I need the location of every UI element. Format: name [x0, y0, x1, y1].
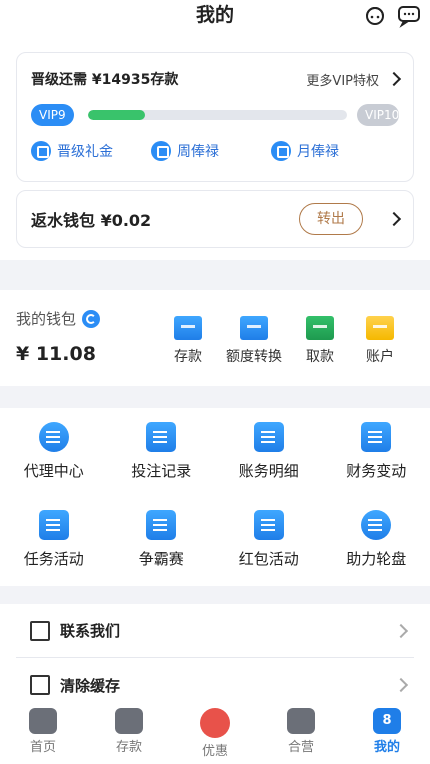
- wallet-icon: [115, 708, 143, 734]
- tab-label: 存款: [115, 740, 142, 755]
- next-vip-badge: VIP10: [357, 104, 399, 126]
- vip-progress-row: VIP9 VIP10: [31, 103, 399, 127]
- feature-account-detail[interactable]: 账务明细: [215, 422, 323, 498]
- feature-wheel[interactable]: 助力轮盘: [323, 510, 430, 586]
- vip-card[interactable]: 晋级还需 ¥14935存款 更多VIP特权 VIP9 VIP10 晋级礼金 周俸…: [16, 52, 414, 182]
- withdraw-icon: [306, 316, 334, 340]
- more-vip-link[interactable]: 更多VIP特权: [306, 70, 402, 89]
- perk-upgrade-gift[interactable]: 晋级礼金: [31, 141, 151, 161]
- upgrade-requirement: 晋级还需 ¥14935存款: [31, 72, 179, 88]
- perk-label: 晋级礼金: [57, 144, 113, 160]
- feature-bet-record[interactable]: 投注记录: [108, 422, 216, 498]
- deposit-icon: [174, 316, 202, 340]
- vip-progress-bar: [87, 110, 347, 120]
- perk-weekly-salary[interactable]: 周俸禄: [151, 141, 271, 161]
- settings-menu: 联系我们 清除缓存: [0, 604, 430, 712]
- chevron-right-icon[interactable]: [386, 211, 402, 227]
- tab-mine[interactable]: 8 我的: [344, 704, 430, 764]
- tab-label: 我的: [373, 740, 400, 755]
- wallet-title: 我的钱包: [16, 310, 77, 328]
- feature-red-packet[interactable]: 红包活动: [215, 510, 323, 586]
- header-actions: [362, 2, 422, 28]
- withdraw-button[interactable]: 取款: [290, 316, 350, 366]
- tab-label: 首页: [29, 740, 56, 755]
- bet-record-icon: [146, 422, 177, 452]
- refresh-icon[interactable]: [82, 309, 101, 328]
- menu-item-contact-us[interactable]: 联系我们: [16, 604, 414, 658]
- tab-partner[interactable]: 合营: [258, 704, 344, 764]
- feature-tournament[interactable]: 争霸赛: [108, 510, 216, 586]
- monthly-salary-icon: [271, 141, 291, 161]
- account-icon: [366, 316, 394, 340]
- shirt-icon: 8: [373, 708, 401, 734]
- feature-label: 争霸赛: [138, 550, 184, 568]
- menu-item-label: 联系我们: [60, 622, 121, 640]
- chevron-right-icon: [393, 677, 409, 693]
- trash-icon: [30, 675, 50, 695]
- contact-icon: [30, 620, 50, 641]
- wallet-section: 我的钱包 ¥ 11.08 存款 额度转换 取款 账户: [0, 290, 430, 386]
- wallet-action-label: 额度转换: [226, 349, 282, 365]
- vip-perks: 晋级礼金 周俸禄 月俸禄: [31, 141, 399, 161]
- feature-agent-center[interactable]: 代理中心: [0, 422, 108, 498]
- tournament-icon: [146, 510, 177, 540]
- deposit-button[interactable]: 存款: [158, 316, 218, 366]
- rebate-wallet-card[interactable]: 返水钱包 ¥0.02 转出: [16, 190, 414, 248]
- weekly-salary-icon: [151, 141, 171, 161]
- top-header: 我的: [0, 0, 430, 48]
- agent-center-icon: [38, 422, 69, 452]
- feature-task-activity[interactable]: 任务活动: [0, 510, 108, 586]
- gift-icon: [200, 708, 230, 738]
- feature-grid: 代理中心 投注记录 账务明细 财务变动 任务活动 争霸赛 红包活动 助力轮盘: [0, 408, 430, 586]
- tab-promotions[interactable]: 优惠: [172, 704, 258, 764]
- feature-label: 代理中心: [23, 462, 84, 480]
- wallet-action-label: 存款: [174, 349, 202, 365]
- wheel-icon: [361, 510, 392, 540]
- feature-finance-change[interactable]: 财务变动: [323, 422, 430, 498]
- feature-label: 任务活动: [23, 550, 84, 568]
- vip-section: 晋级还需 ¥14935存款 更多VIP特权 VIP9 VIP10 晋级礼金 周俸…: [0, 48, 430, 260]
- message-icon[interactable]: [396, 2, 422, 28]
- rebate-wallet-label: 返水钱包 ¥0.02: [31, 211, 152, 230]
- red-packet-icon: [253, 510, 284, 540]
- transfer-button[interactable]: 额度转换: [218, 316, 290, 366]
- account-button[interactable]: 账户: [350, 316, 410, 366]
- perk-label: 月俸禄: [297, 144, 339, 160]
- wallet-action-label: 取款: [306, 349, 334, 365]
- tab-label: 优惠: [201, 744, 228, 759]
- finance-change-icon: [361, 422, 392, 452]
- feature-label: 助力轮盘: [346, 550, 407, 568]
- transfer-icon: [240, 316, 268, 340]
- chevron-right-icon: [393, 623, 409, 638]
- feature-label: 财务变动: [346, 462, 407, 480]
- perk-monthly-salary[interactable]: 月俸禄: [271, 141, 339, 161]
- gamepad-icon: [29, 708, 57, 734]
- menu-item-label: 清除缓存: [60, 676, 121, 695]
- bottom-tab-bar: 首页 存款 优惠 合营 8 我的: [0, 704, 430, 764]
- wallet-action-label: 账户: [366, 349, 394, 365]
- partner-icon: [287, 708, 315, 734]
- feature-label: 投注记录: [131, 462, 192, 480]
- tab-label: 合营: [287, 740, 314, 755]
- current-vip-badge: VIP9: [31, 104, 74, 126]
- feature-label: 红包活动: [238, 550, 299, 568]
- task-activity-icon: [38, 510, 69, 540]
- perk-label: 周俸禄: [177, 144, 219, 160]
- vip-progress-fill: [87, 110, 145, 120]
- tab-home[interactable]: 首页: [0, 704, 86, 764]
- feature-label: 账务明细: [238, 462, 299, 480]
- more-vip-label: 更多VIP特权: [306, 73, 379, 89]
- customer-service-icon[interactable]: [362, 2, 388, 28]
- upgrade-gift-icon: [31, 141, 51, 161]
- account-detail-icon: [253, 422, 284, 452]
- transfer-out-button[interactable]: 转出: [299, 203, 363, 235]
- chevron-right-icon: [386, 71, 402, 87]
- tab-deposit[interactable]: 存款: [86, 704, 172, 764]
- wallet-actions: 存款 额度转换 取款 账户: [158, 316, 410, 366]
